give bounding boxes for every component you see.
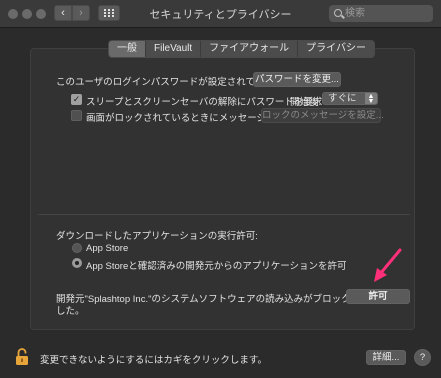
title-bar: ‹ › セキュリティとプライバシー <box>0 0 441 28</box>
radio-app-store-and-identified-label: App Storeと確認済みの開発元からのアプリケーションを許可 <box>86 261 347 272</box>
help-button[interactable]: ? <box>414 349 431 366</box>
content-panel <box>30 48 415 330</box>
set-lock-message-button[interactable]: ロックのメッセージを設定... <box>261 108 384 123</box>
allow-button[interactable]: 許可 <box>346 289 410 304</box>
start-after-select[interactable]: すぐに ▲ ▼ <box>322 92 378 105</box>
require-password-label: スリープとスクリーンセーバの解除にパスワードを要求 <box>86 97 323 108</box>
blocked-message-line2: した。 <box>56 306 85 317</box>
downloads-heading: ダウンロードしたアプリケーションの実行許可: <box>56 231 258 242</box>
search-field[interactable] <box>329 5 433 22</box>
advanced-button[interactable]: 詳細... <box>366 350 406 365</box>
section-divider <box>38 214 410 215</box>
search-input[interactable] <box>345 6 429 20</box>
start-after-label: 開始後: <box>290 97 322 108</box>
pink-arrow-annotation <box>374 248 402 282</box>
radio-app-store-label: App Store <box>86 243 129 254</box>
change-password-button[interactable]: パスワードを変更... <box>253 72 341 87</box>
radio-app-store[interactable] <box>72 243 82 253</box>
unlocked-padlock-icon[interactable] <box>15 348 29 366</box>
lock-text: 変更できないようにするにはカギをクリックします。 <box>40 355 267 366</box>
tab-firewall[interactable]: ファイアウォール <box>200 41 297 57</box>
footer-bar: 変更できないようにするにはカギをクリックします。 詳細... ? <box>0 338 441 378</box>
blocked-message-line1: 開発元"Splashtop Inc."のシステムソフトウェアの読み込みがブロック… <box>56 294 380 305</box>
tab-general[interactable]: 一般 <box>109 41 145 57</box>
password-set-text: このユーザのログインパスワードが設定されています <box>56 77 284 88</box>
show-message-checkbox[interactable] <box>71 110 82 121</box>
tab-bar: 一般 FileVault ファイアウォール プライバシー <box>108 40 375 58</box>
search-icon <box>334 9 342 17</box>
tab-filevault[interactable]: FileVault <box>145 41 200 57</box>
start-after-value: すぐに <box>328 93 357 104</box>
updown-arrows-icon: ▲ ▼ <box>365 93 377 105</box>
radio-app-store-and-identified[interactable] <box>72 258 82 268</box>
require-password-checkbox[interactable]: ✓ <box>71 94 82 105</box>
tab-privacy[interactable]: プライバシー <box>297 41 374 57</box>
help-icon: ? <box>419 352 426 363</box>
